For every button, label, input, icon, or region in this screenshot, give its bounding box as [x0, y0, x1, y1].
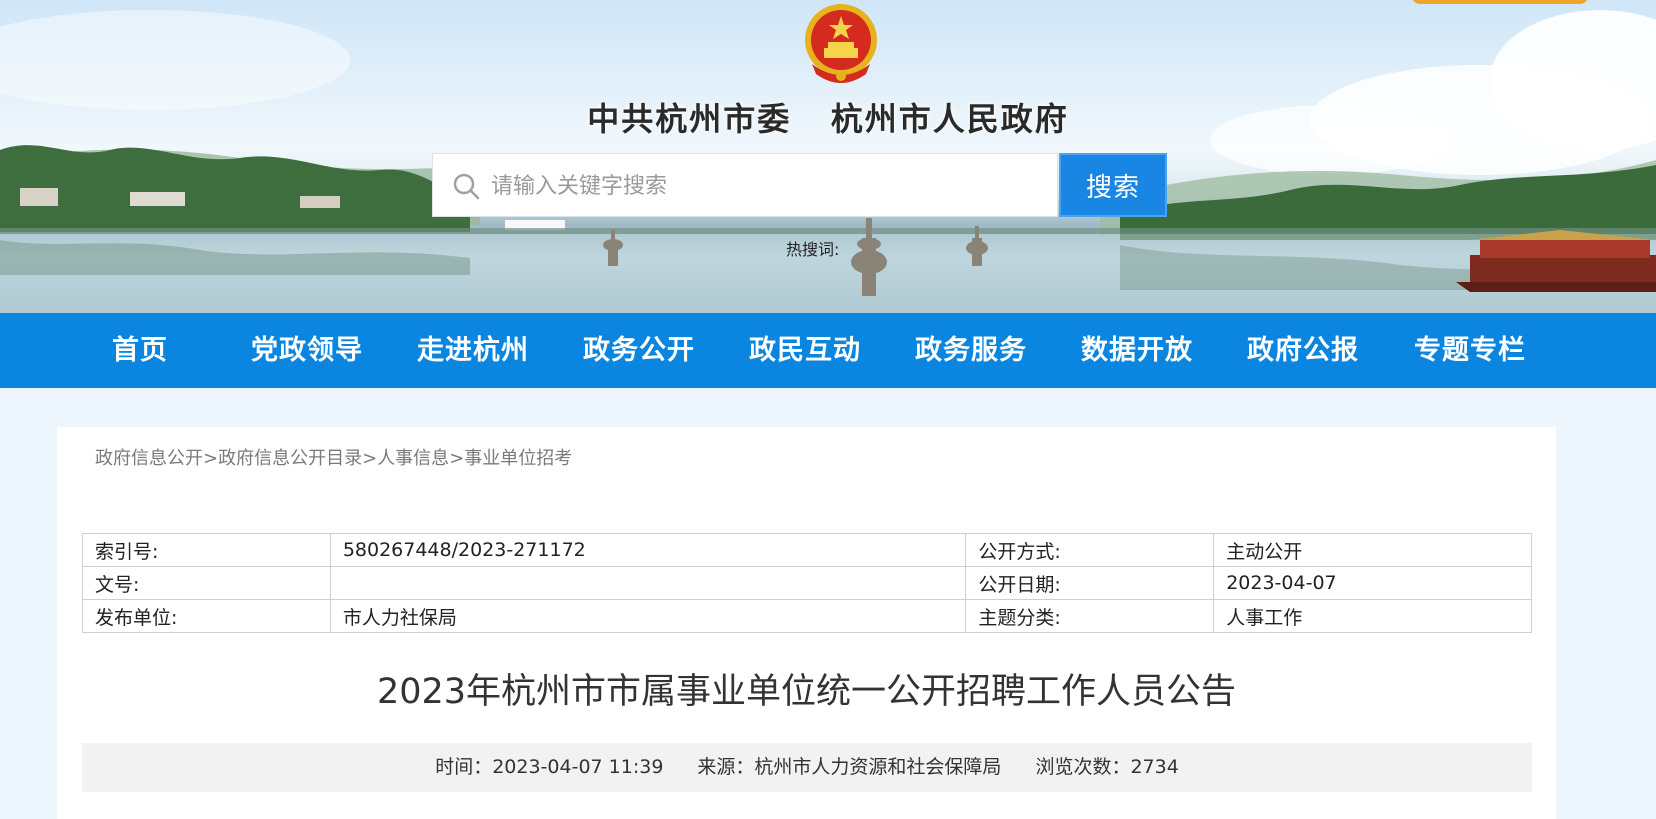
meta-label: 发布单位: — [82, 599, 331, 633]
nav-item-gov-affairs[interactable]: 政务公开 — [564, 313, 714, 388]
site-title: 中共杭州市委 杭州市人民政府 — [587, 100, 1069, 138]
table-row: 索引号: 580267448/2023-271172 公开方式: 主动公开 — [82, 533, 1532, 567]
breadcrumb-separator: > — [362, 448, 378, 469]
search-button[interactable]: 搜索 — [1059, 153, 1167, 217]
nav-item-leaders[interactable]: 党政领导 — [232, 313, 382, 388]
hot-search-label: 热搜词: — [786, 240, 840, 259]
nav-item-about-hangzhou[interactable]: 走进杭州 — [398, 313, 548, 388]
table-row: 文号: 公开日期: 2023-04-07 — [82, 566, 1532, 600]
search-icon — [453, 173, 480, 200]
meta-label: 索引号: — [82, 533, 331, 567]
meta-value: 主动公开 — [1213, 533, 1532, 567]
nav-item-gazette[interactable]: 政府公报 — [1228, 313, 1378, 388]
breadcrumb-separator: > — [449, 448, 465, 469]
corner-tab[interactable] — [1412, 0, 1588, 4]
main-nav: 首页 党政领导 走进杭州 政务公开 政民互动 政务服务 数据开放 政府公报 专题… — [0, 313, 1656, 388]
meta-label: 公开方式: — [965, 533, 1215, 567]
meta-value: 2023-04-07 — [1213, 566, 1532, 600]
breadcrumb-item[interactable]: 政府信息公开目录 — [218, 448, 362, 469]
national-emblem-icon — [805, 4, 877, 83]
meta-label: 主题分类: — [965, 599, 1215, 633]
nav-item-interaction[interactable]: 政民互动 — [730, 313, 880, 388]
article-source: 来源：杭州市人力资源和社会保障局 — [697, 756, 1002, 778]
meta-value: 市人力社保局 — [329, 599, 967, 633]
nav-item-services[interactable]: 政务服务 — [896, 313, 1046, 388]
breadcrumb: 政府信息公开>政府信息公开目录>人事信息>事业单位招考 — [95, 444, 572, 470]
header-banner: 中共杭州市委 杭州市人民政府 搜索 热搜词: — [0, 0, 1656, 313]
search-box — [432, 153, 1058, 218]
nav-item-topics[interactable]: 专题专栏 — [1395, 313, 1545, 388]
nav-item-open-data[interactable]: 数据开放 — [1062, 313, 1212, 388]
meta-value — [329, 566, 967, 600]
meta-label: 文号: — [82, 566, 331, 600]
view-count: 浏览次数：2734 — [1035, 756, 1179, 778]
search-input[interactable] — [489, 154, 1043, 218]
meta-label: 公开日期: — [965, 566, 1215, 600]
content-panel: 政府信息公开>政府信息公开目录>人事信息>事业单位招考 索引号: 5802674… — [57, 427, 1556, 819]
article-info-bar: 时间：2023-04-07 11:39 来源：杭州市人力资源和社会保障局 浏览次数：… — [82, 743, 1532, 792]
publish-time: 时间：2023-04-07 11:39 — [435, 756, 664, 778]
meta-value: 580267448/2023-271172 — [329, 533, 967, 567]
meta-value: 人事工作 — [1213, 599, 1532, 633]
table-row: 发布单位: 市人力社保局 主题分类: 人事工作 — [82, 599, 1532, 633]
nav-item-home[interactable]: 首页 — [65, 313, 215, 388]
breadcrumb-item[interactable]: 政府信息公开 — [95, 448, 203, 469]
breadcrumb-separator: > — [203, 448, 219, 469]
breadcrumb-item[interactable]: 人事信息 — [377, 448, 449, 469]
document-meta-table: 索引号: 580267448/2023-271172 公开方式: 主动公开 文号… — [82, 533, 1532, 633]
breadcrumb-item[interactable]: 事业单位招考 — [464, 448, 572, 469]
article-title: 2023年杭州市市属事业单位统一公开招聘工作人员公告 — [376, 672, 1237, 712]
